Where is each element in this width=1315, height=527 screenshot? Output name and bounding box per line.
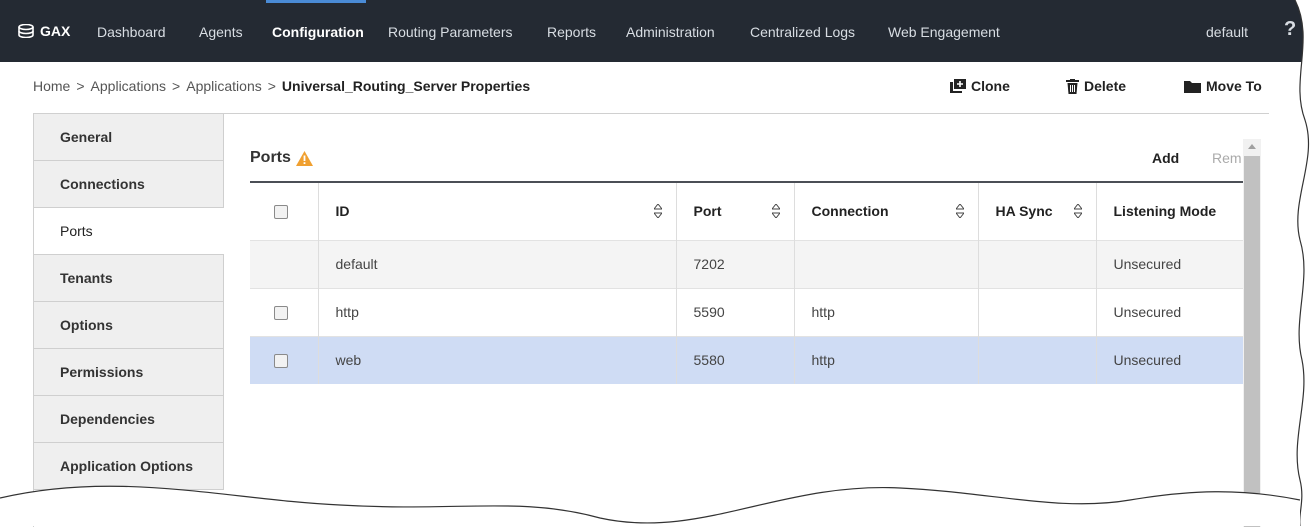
delete-button[interactable]: Delete	[1066, 78, 1126, 94]
vertical-scrollbar[interactable]	[1243, 139, 1261, 527]
cell-ha-sync	[978, 335, 1097, 384]
column-header-label: Listening Mode	[1113, 203, 1217, 220]
column-header-label: HA Sync	[995, 203, 1053, 220]
ports-table: ID Port Connection HA Sync Listening Mod…	[250, 183, 1245, 384]
cell-listening-mode: Unsecured	[1096, 239, 1245, 288]
table-header-row: ID Port Connection HA Sync Listening Mod…	[250, 183, 1245, 240]
row-checkbox-cell	[250, 239, 319, 288]
breadcrumb-separator: >	[76, 78, 85, 94]
sidebar-item-application-options[interactable]: Application Options	[34, 443, 224, 490]
sidebar-item-label: Application Options	[60, 458, 193, 474]
add-port-button[interactable]: Add	[1152, 150, 1179, 166]
select-all-header	[250, 183, 319, 240]
cell-id: http	[318, 287, 677, 336]
cell-id: web	[318, 335, 677, 384]
properties-panel: General Connections Ports Tenants Option…	[33, 113, 1269, 527]
trash-icon	[1066, 78, 1079, 94]
breadcrumb-home[interactable]: Home	[33, 78, 70, 94]
column-header-label: Connection	[811, 203, 889, 220]
table-row[interactable]: web 5580 http Unsecured	[250, 335, 1245, 384]
warning-icon	[295, 150, 313, 166]
breadcrumb-separator: >	[267, 78, 276, 94]
nav-configuration[interactable]: Configuration	[272, 24, 364, 40]
cell-id: default	[318, 239, 677, 288]
sidebar-item-label: Options	[60, 317, 113, 333]
ports-title-label: Ports	[250, 149, 291, 166]
sort-icon	[955, 204, 964, 218]
remove-port-button[interactable]: Rem	[1212, 150, 1242, 166]
cell-connection	[794, 239, 979, 288]
properties-sidebar: General Connections Ports Tenants Option…	[34, 114, 224, 490]
cell-ha-sync	[978, 287, 1097, 336]
nav-centralized-logs[interactable]: Centralized Logs	[750, 24, 855, 40]
row-checkbox[interactable]	[274, 306, 288, 321]
cell-port: 5580	[676, 335, 795, 384]
cell-connection: http	[794, 287, 979, 336]
sidebar-item-label: Tenants	[60, 270, 113, 286]
column-header-port[interactable]: Port	[676, 183, 795, 240]
nav-routing-parameters[interactable]: Routing Parameters	[388, 24, 513, 40]
nav-dashboard[interactable]: Dashboard	[97, 24, 166, 40]
sidebar-item-label: Ports	[60, 223, 93, 239]
breadcrumb-separator: >	[172, 78, 181, 94]
breadcrumb-current: Universal_Routing_Server Properties	[281, 78, 531, 94]
table-row[interactable]: http 5590 http Unsecured	[250, 287, 1245, 336]
top-navigation-bar: GAX Dashboard Agents Configuration Routi…	[0, 0, 1315, 62]
sidebar-item-label: Dependencies	[60, 411, 155, 427]
move-to-button[interactable]: Move To	[1184, 78, 1262, 94]
breadcrumb-applications[interactable]: Applications	[91, 78, 167, 94]
select-all-checkbox[interactable]	[274, 205, 288, 220]
row-checkbox-cell	[250, 335, 319, 384]
user-menu[interactable]: default	[1206, 24, 1248, 40]
table-row[interactable]: default 7202 Unsecured	[250, 239, 1245, 288]
cell-listening-mode: Unsecured	[1096, 287, 1245, 336]
column-header-connection[interactable]: Connection	[794, 183, 979, 240]
sidebar-item-label: General	[60, 129, 113, 145]
sidebar-item-permissions[interactable]: Permissions	[34, 349, 224, 396]
column-header-id[interactable]: ID	[318, 183, 677, 240]
move-to-label: Move To	[1206, 78, 1262, 94]
cell-ha-sync	[978, 239, 1097, 288]
nav-reports[interactable]: Reports	[547, 24, 596, 40]
sort-icon	[771, 204, 780, 218]
clone-button[interactable]: Clone	[950, 78, 1010, 94]
active-tab-indicator	[266, 0, 366, 3]
brand[interactable]: GAX	[18, 23, 70, 39]
sidebar-item-connections[interactable]: Connections	[34, 161, 224, 208]
column-header-label: Port	[693, 203, 722, 220]
database-icon	[18, 24, 34, 38]
column-header-label: ID	[335, 203, 350, 220]
cell-port: 7202	[676, 239, 795, 288]
scroll-up-arrow-icon[interactable]	[1243, 139, 1261, 155]
nav-web-engagement[interactable]: Web Engagement	[888, 24, 1000, 40]
sort-icon	[1073, 204, 1082, 218]
clone-icon	[950, 79, 966, 93]
sidebar-item-label: Permissions	[60, 364, 144, 380]
column-header-listening-mode[interactable]: Listening Mode	[1096, 183, 1245, 240]
row-checkbox-cell	[250, 287, 319, 336]
sidebar-item-label: Connections	[60, 176, 145, 192]
brand-label: GAX	[40, 23, 71, 39]
sidebar-item-general[interactable]: General	[34, 114, 224, 161]
clone-label: Clone	[971, 78, 1010, 94]
sidebar-item-options[interactable]: Options	[34, 302, 224, 349]
scrollbar-thumb[interactable]	[1244, 156, 1260, 527]
column-header-ha-sync[interactable]: HA Sync	[978, 183, 1097, 240]
cell-port: 5590	[676, 287, 795, 336]
nav-agents[interactable]: Agents	[199, 24, 243, 40]
cell-listening-mode: Unsecured	[1096, 335, 1245, 384]
sidebar-item-ports[interactable]: Ports	[34, 208, 224, 255]
cell-connection: http	[794, 335, 979, 384]
sidebar-item-tenants[interactable]: Tenants	[34, 255, 224, 302]
delete-label: Delete	[1084, 78, 1127, 94]
folder-icon	[1184, 80, 1201, 93]
sort-icon	[653, 204, 662, 218]
help-button[interactable]: ?	[1284, 18, 1296, 41]
row-checkbox[interactable]	[274, 354, 288, 369]
nav-administration[interactable]: Administration	[626, 24, 715, 40]
ports-section-title: Ports	[250, 149, 313, 167]
breadcrumb-applications-folder[interactable]: Applications	[186, 78, 262, 94]
sidebar-item-dependencies[interactable]: Dependencies	[34, 396, 224, 443]
breadcrumb: Home > Applications > Applications > Universal…	[33, 78, 530, 94]
